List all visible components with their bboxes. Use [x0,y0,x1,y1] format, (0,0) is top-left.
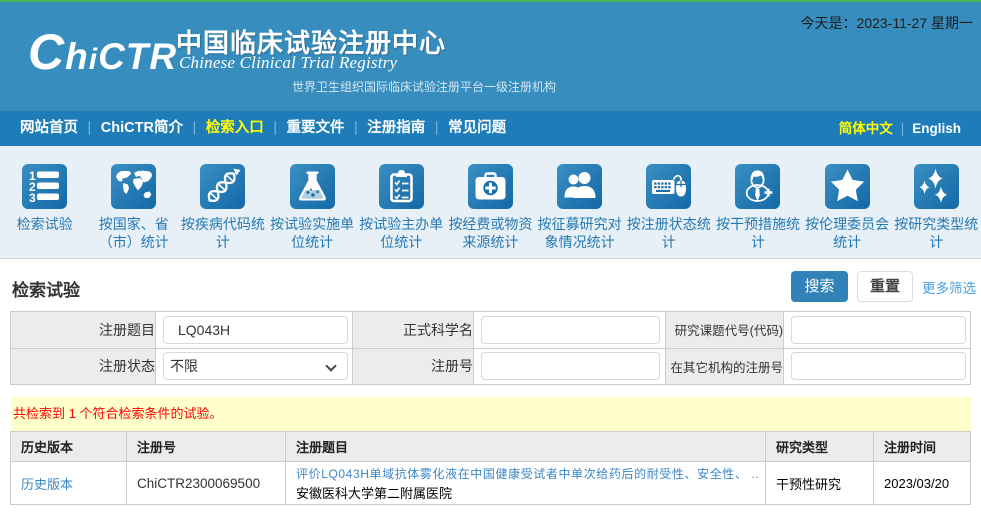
svg-text:3: 3 [29,191,36,205]
